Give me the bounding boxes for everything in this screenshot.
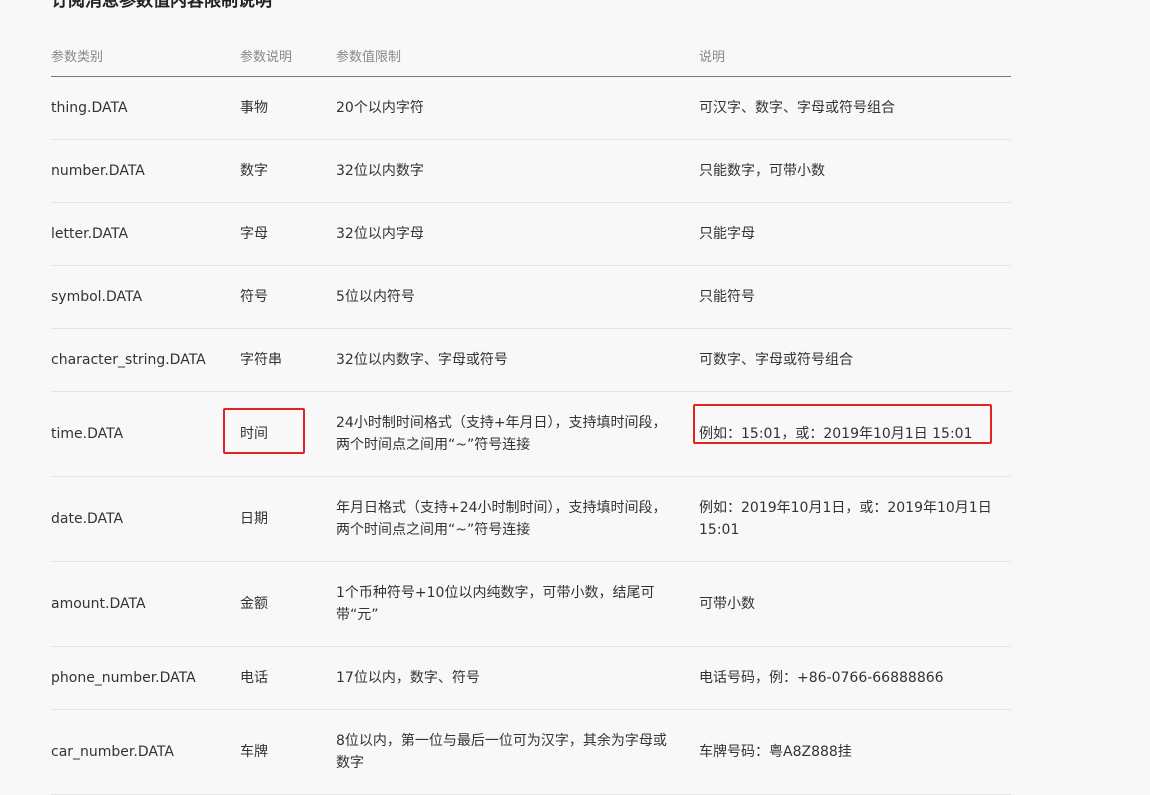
table-row: letter.DATA 字母 32位以内字母 只能字母 bbox=[51, 202, 1011, 266]
param-type-cell: amount.DATA bbox=[51, 561, 240, 647]
param-type-cell: symbol.DATA bbox=[51, 265, 240, 329]
param-type-cell: thing.DATA bbox=[51, 76, 240, 140]
param-limit-cell: 32位以内数字、字母或符号 bbox=[336, 328, 699, 392]
table-row: thing.DATA 事物 20个以内字符 可汉字、数字、字母或符号组合 bbox=[51, 76, 1011, 140]
param-name-cell: 时间 bbox=[223, 391, 336, 477]
description-cell: 车牌号码：粤A8Z888挂 bbox=[699, 709, 1011, 795]
param-name-cell: 金额 bbox=[240, 561, 336, 647]
param-type-cell: number.DATA bbox=[51, 139, 240, 203]
param-limit-cell: 年月日格式（支持+24小时制时间），支持填时间段，两个时间点之间用“~”符号连接 bbox=[336, 476, 699, 562]
table-header-row: 参数类别 参数说明 参数值限制 说明 bbox=[51, 34, 1011, 77]
param-type-cell: phone_number.DATA bbox=[51, 646, 240, 710]
red-highlight-box bbox=[223, 408, 305, 454]
param-type-cell: date.DATA bbox=[51, 476, 240, 562]
header-description: 说明 bbox=[699, 34, 1011, 77]
description-cell: 可汉字、数字、字母或符号组合 bbox=[699, 76, 1011, 140]
page-title: 订阅消息参数值内容限制说明 bbox=[51, 0, 272, 11]
param-limit-cell: 32位以内字母 bbox=[336, 202, 699, 266]
table-row: car_number.DATA 车牌 8位以内，第一位与最后一位可为汉字，其余为… bbox=[51, 709, 1011, 795]
param-limit-cell: 1个币种符号+10位以内纯数字，可带小数，结尾可带“元” bbox=[336, 561, 699, 647]
param-limit-cell: 8位以内，第一位与最后一位可为汉字，其余为字母或数字 bbox=[336, 709, 699, 795]
red-highlight-box bbox=[693, 404, 992, 444]
description-cell: 电话号码，例：+86-0766-66888866 bbox=[699, 646, 1011, 710]
param-limit-cell: 5位以内符号 bbox=[336, 265, 699, 329]
highlighted-param-name: 时间 bbox=[223, 408, 305, 454]
param-type-cell: character_string.DATA bbox=[51, 328, 240, 392]
param-name-cell: 字符串 bbox=[240, 328, 336, 392]
description-cell: 只能数字，可带小数 bbox=[699, 139, 1011, 203]
description-cell: 可数字、字母或符号组合 bbox=[699, 328, 1011, 392]
table-row: symbol.DATA 符号 5位以内符号 只能符号 bbox=[51, 265, 1011, 329]
header-param-limit: 参数值限制 bbox=[336, 34, 699, 77]
description-cell: 只能字母 bbox=[699, 202, 1011, 266]
table-row: number.DATA 数字 32位以内数字 只能数字，可带小数 bbox=[51, 139, 1011, 203]
param-name-cell: 符号 bbox=[240, 265, 336, 329]
table-row: phone_number.DATA 电话 17位以内，数字、符号 电话号码，例：… bbox=[51, 646, 1011, 710]
header-param-name: 参数说明 bbox=[240, 34, 336, 77]
param-limit-cell: 20个以内字符 bbox=[336, 76, 699, 140]
table-row: time.DATA 时间 24小时制时间格式（支持+年月日），支持填时间段，两个… bbox=[51, 391, 1011, 477]
param-type-cell: time.DATA bbox=[51, 391, 240, 477]
table-row: date.DATA 日期 年月日格式（支持+24小时制时间），支持填时间段，两个… bbox=[51, 476, 1011, 562]
highlighted-description: 例如：15:01，或：2019年10月1日 15:01 bbox=[693, 404, 992, 445]
param-name-cell: 车牌 bbox=[240, 709, 336, 795]
param-limit-cell: 32位以内数字 bbox=[336, 139, 699, 203]
table-row: amount.DATA 金额 1个币种符号+10位以内纯数字，可带小数，结尾可带… bbox=[51, 561, 1011, 647]
param-name-cell: 数字 bbox=[240, 139, 336, 203]
parameter-limits-table: 参数类别 参数说明 参数值限制 说明 thing.DATA 事物 20个以内字符… bbox=[51, 34, 1011, 795]
param-limit-cell: 17位以内，数字、符号 bbox=[336, 646, 699, 710]
description-cell: 只能符号 bbox=[699, 265, 1011, 329]
param-type-cell: letter.DATA bbox=[51, 202, 240, 266]
header-param-type: 参数类别 bbox=[51, 34, 240, 77]
param-name-cell: 字母 bbox=[240, 202, 336, 266]
param-name-cell: 事物 bbox=[240, 76, 336, 140]
table-row: character_string.DATA 字符串 32位以内数字、字母或符号 … bbox=[51, 328, 1011, 392]
description-cell: 例如：2019年10月1日，或：2019年10月1日 15:01 bbox=[699, 476, 1011, 562]
param-limit-cell: 24小时制时间格式（支持+年月日），支持填时间段，两个时间点之间用“~”符号连接 bbox=[336, 391, 699, 477]
description-cell: 可带小数 bbox=[699, 561, 1011, 647]
param-name-cell: 电话 bbox=[240, 646, 336, 710]
description-cell: 例如：15:01，或：2019年10月1日 15:01 bbox=[693, 391, 1011, 477]
param-name-cell: 日期 bbox=[240, 476, 336, 562]
param-type-cell: car_number.DATA bbox=[51, 709, 240, 795]
